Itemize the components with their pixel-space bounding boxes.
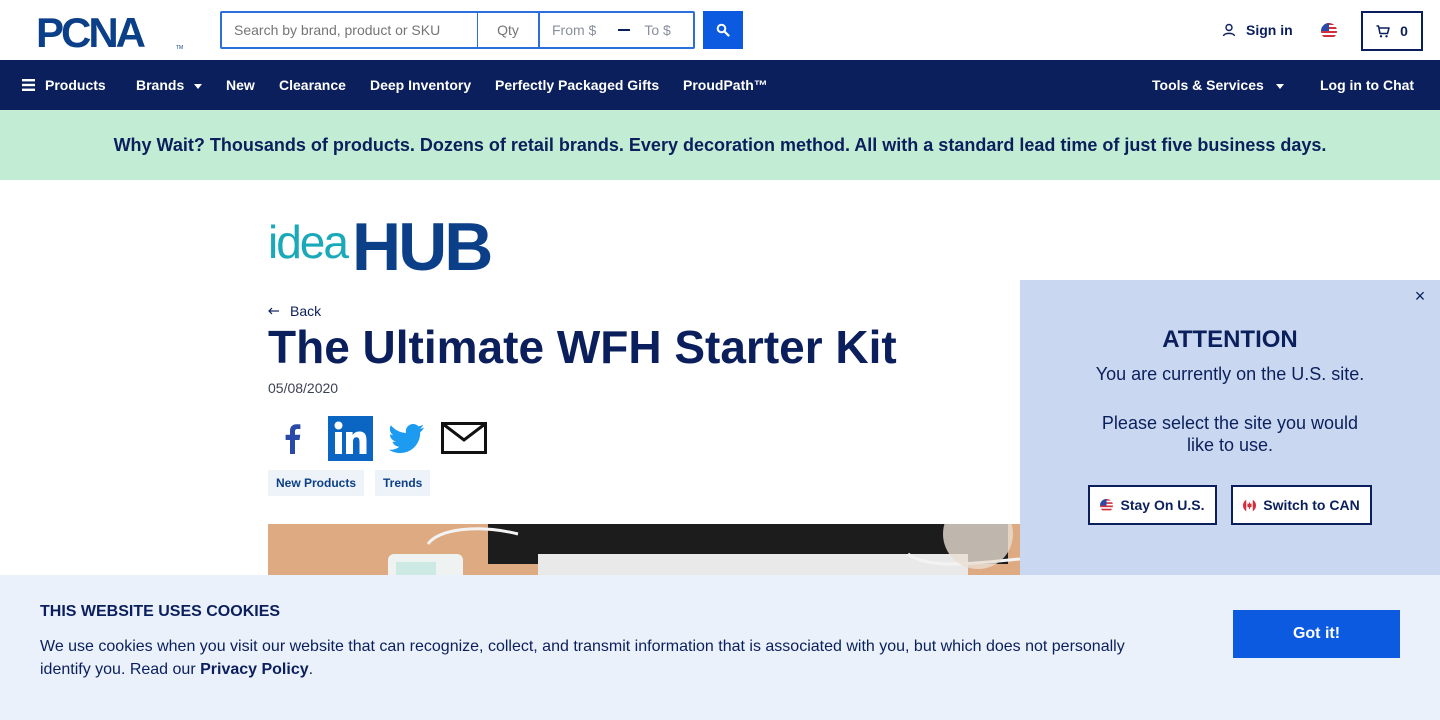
got-it-button[interactable]: Got it! <box>1233 610 1400 658</box>
nav-deep-inventory-label[interactable]: Deep Inventory <box>370 77 471 93</box>
nav-gifts[interactable]: Perfectly Packaged Gifts <box>495 60 659 110</box>
switch-can-button[interactable]: Switch to CAN <box>1231 485 1372 525</box>
price-to-label[interactable]: To $ <box>644 22 670 38</box>
cart-icon <box>1376 24 1390 37</box>
cookie-text: We use cookies when you visit our websit… <box>40 635 1140 681</box>
close-icon[interactable]: × <box>1412 287 1428 305</box>
cart-count: 0 <box>1400 23 1408 39</box>
search-icon <box>716 23 730 37</box>
us-flag-icon[interactable] <box>1321 23 1337 39</box>
user-icon <box>1222 23 1236 37</box>
tag-new-products[interactable]: New Products <box>268 470 365 496</box>
qty-input[interactable] <box>478 13 540 47</box>
switch-can-label[interactable]: Switch to CAN <box>1263 497 1359 513</box>
canada-flag-icon <box>1243 498 1257 512</box>
chevron-down-icon <box>1275 83 1284 89</box>
privacy-policy-link[interactable]: Privacy Policy <box>200 661 309 678</box>
email-icon[interactable] <box>441 422 487 454</box>
nav-products[interactable]: Products <box>22 60 106 110</box>
nav-chat-label[interactable]: Log in to Chat <box>1320 77 1414 93</box>
cookie-period: . <box>308 661 314 678</box>
linkedin-icon[interactable] <box>328 416 373 461</box>
tag-label[interactable]: New Products <box>276 476 356 490</box>
sign-in-label[interactable]: Sign in <box>1246 22 1293 38</box>
search-input[interactable] <box>222 13 478 47</box>
back-link-label[interactable]: Back <box>290 303 321 319</box>
tag-label[interactable]: Trends <box>383 476 422 490</box>
search-button[interactable] <box>703 11 743 49</box>
main-nav: Products Brands New Clearance Deep Inven… <box>0 60 1440 110</box>
pcna-logo[interactable]: PCNA TM <box>36 11 184 51</box>
nav-brands-label[interactable]: Brands <box>136 77 184 93</box>
article-date: 05/08/2020 <box>268 380 339 396</box>
ideahub-logo: idea HUB <box>268 212 494 276</box>
twitter-icon[interactable] <box>389 424 425 454</box>
nav-tools-label[interactable]: Tools & Services <box>1152 77 1264 93</box>
us-flag-icon <box>1100 498 1114 512</box>
svg-text:HUB: HUB <box>352 212 491 276</box>
nav-clearance[interactable]: Clearance <box>279 60 346 110</box>
promo-banner-text: Why Wait? Thousands of products. Dozens … <box>113 134 1327 155</box>
modal-current-site-text: You are currently on the U.S. site. <box>1095 364 1365 384</box>
arrow-left-icon <box>268 307 279 315</box>
promo-banner: Why Wait? Thousands of products. Dozens … <box>0 110 1440 180</box>
article-title: The Ultimate WFH Starter Kit <box>268 321 897 373</box>
nav-clearance-label[interactable]: Clearance <box>279 77 346 93</box>
chevron-down-icon <box>194 83 203 89</box>
price-range[interactable]: From $ To $ <box>540 13 693 47</box>
svg-text:TM: TM <box>176 45 183 51</box>
back-link[interactable]: Back <box>268 303 321 319</box>
nav-gifts-label[interactable]: Perfectly Packaged Gifts <box>495 77 659 93</box>
nav-products-label[interactable]: Products <box>45 77 106 93</box>
nav-new[interactable]: New <box>226 60 255 110</box>
nav-proudpath[interactable]: ProudPath™ <box>683 60 768 110</box>
nav-deep-inventory[interactable]: Deep Inventory <box>370 60 471 110</box>
nav-login-chat[interactable]: Log in to Chat <box>1320 60 1414 110</box>
stay-us-label[interactable]: Stay On U.S. <box>1120 497 1204 513</box>
svg-text:idea: idea <box>268 216 349 268</box>
cart-button[interactable]: 0 <box>1361 11 1423 51</box>
nav-new-label[interactable]: New <box>226 77 255 93</box>
site-header: PCNA TM From $ To $ Sign in <box>0 0 1440 60</box>
modal-heading: ATTENTION <box>1162 326 1298 353</box>
logo-text: PCNA <box>36 11 146 51</box>
price-range-dash <box>618 29 631 31</box>
sign-in-link[interactable]: Sign in <box>1222 22 1293 38</box>
stay-us-button[interactable]: Stay On U.S. <box>1088 485 1217 525</box>
modal-select-site-text: Please select the site you would like to… <box>1101 413 1359 455</box>
cookie-title: THIS WEBSITE USES COOKIES <box>40 603 281 620</box>
facebook-icon[interactable] <box>278 422 308 454</box>
price-from-label[interactable]: From $ <box>552 22 596 38</box>
nav-tools-services[interactable]: Tools & Services <box>1152 60 1284 110</box>
hamburger-icon <box>22 79 35 91</box>
cookie-banner: THIS WEBSITE USES COOKIES We use cookies… <box>0 575 1440 720</box>
nav-proudpath-label[interactable]: ProudPath™ <box>683 77 768 93</box>
tag-trends[interactable]: Trends <box>375 470 431 496</box>
search-group: From $ To $ <box>220 11 695 49</box>
region-select-modal: × ATTENTION You are currently on the U.S… <box>1020 280 1440 580</box>
nav-brands[interactable]: Brands <box>136 60 203 110</box>
